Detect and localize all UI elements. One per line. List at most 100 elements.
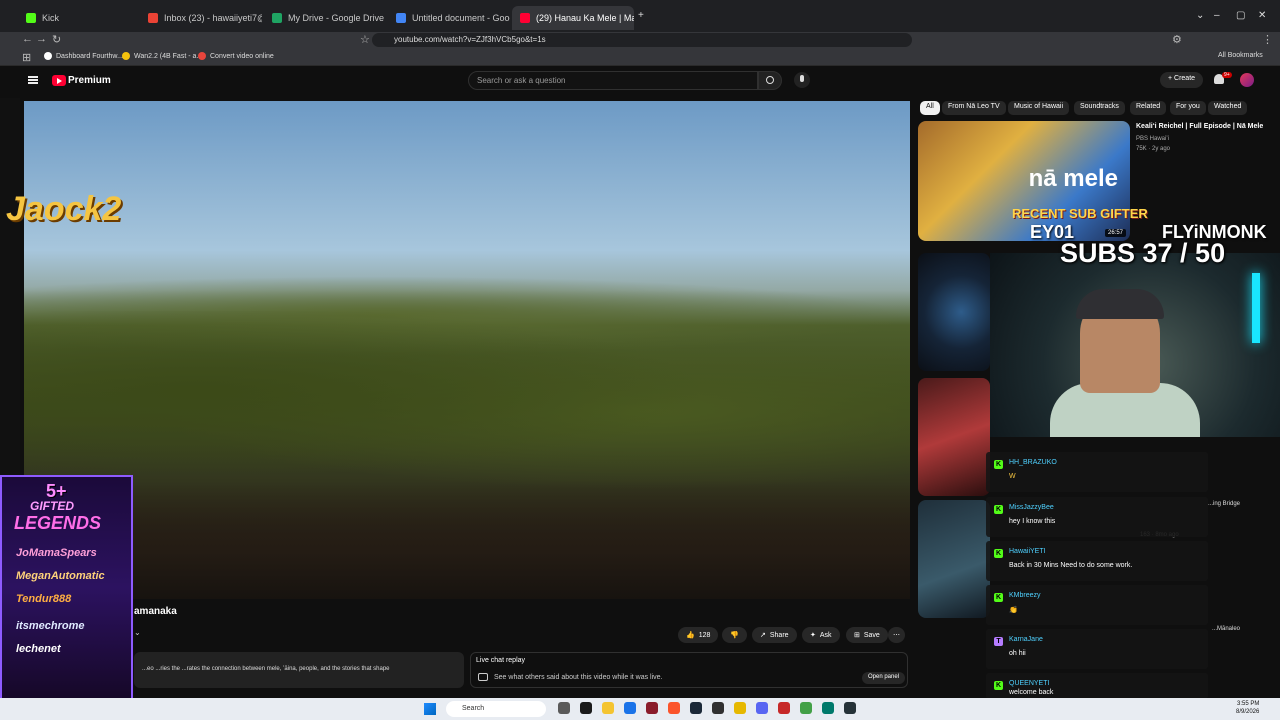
ask-label: Ask bbox=[819, 631, 832, 639]
youtube-brand[interactable]: Premium bbox=[68, 75, 111, 86]
chip-from-na-leo[interactable]: From Nā Leo TV bbox=[942, 101, 1006, 115]
forward-icon[interactable]: → bbox=[36, 33, 47, 45]
video-title: amanaka bbox=[134, 606, 177, 617]
chat-icon bbox=[478, 673, 488, 681]
description-box[interactable]: ...eo ...ries the ...rates the connectio… bbox=[134, 652, 464, 688]
window-close-icon[interactable]: ✕ bbox=[1258, 10, 1266, 21]
chip-all[interactable]: All bbox=[920, 101, 940, 115]
chip-related[interactable]: Related bbox=[1130, 101, 1167, 115]
open-panel-button[interactable]: Open panel bbox=[862, 672, 906, 684]
bookmark-item[interactable]: Convert video online bbox=[198, 52, 274, 60]
microphone-icon[interactable] bbox=[794, 72, 810, 88]
chat-message: K QUEENYETI welcome back bbox=[986, 673, 1208, 699]
ask-button[interactable]: ✦ Ask bbox=[802, 627, 840, 643]
recommended-channel: PBS Hawaiʻi bbox=[1136, 136, 1170, 142]
hamburger-menu-icon[interactable] bbox=[28, 76, 38, 84]
gifted-legends-panel: 5+ GIFTED LEGENDS JoMamaSpears MeganAuto… bbox=[0, 475, 133, 700]
youtube-logo-icon[interactable] bbox=[52, 75, 66, 86]
chat-username: MissJazzyBee bbox=[1009, 504, 1054, 511]
recommended-thumbnail[interactable] bbox=[918, 378, 990, 496]
save-button[interactable]: ⊞ Save bbox=[846, 627, 888, 643]
webcam-light bbox=[1252, 273, 1260, 343]
chat-text: W bbox=[1009, 473, 1016, 480]
chip-label: For you bbox=[1176, 103, 1200, 110]
apps-icon[interactable]: ⊞ bbox=[22, 51, 31, 64]
address-bar[interactable]: youtube.com/watch?v=ZJf3hVCb5go&t=1s bbox=[372, 33, 912, 47]
obs-icon[interactable] bbox=[712, 702, 724, 714]
chip-label: Watched bbox=[1214, 103, 1242, 110]
taskbar-search[interactable]: Search bbox=[446, 701, 546, 717]
description-text: ...eo ...ries the ...rates the connectio… bbox=[142, 666, 390, 672]
file-explorer-icon[interactable] bbox=[602, 702, 614, 714]
gifter-name: itsmechrome bbox=[16, 620, 85, 632]
reload-icon[interactable]: ↻ bbox=[52, 33, 61, 46]
search-icon[interactable] bbox=[758, 71, 782, 90]
app-icon[interactable] bbox=[646, 702, 658, 714]
tab-docs[interactable]: Untitled document - Google Docs bbox=[388, 6, 510, 30]
maximize-icon[interactable]: ▢ bbox=[1236, 10, 1245, 21]
app-icon[interactable] bbox=[844, 702, 856, 714]
search-input[interactable]: Search or ask a question bbox=[468, 71, 758, 90]
create-label: + Create bbox=[1168, 75, 1196, 82]
create-button[interactable]: + Create bbox=[1160, 72, 1204, 88]
taskbar-clock[interactable]: 3:55 PM 8/9/2026 bbox=[1236, 700, 1259, 716]
video-player[interactable] bbox=[24, 101, 910, 599]
search-placeholder: Search or ask a question bbox=[477, 76, 566, 85]
notification-badge: 9+ bbox=[1222, 72, 1232, 78]
tab-youtube[interactable]: (29) Hanau Ka Mele | Mark Y ✕ bbox=[512, 6, 634, 30]
tab-gmail[interactable]: Inbox (23) - hawaiiyeti7@gmai bbox=[140, 6, 262, 30]
bookmark-icon bbox=[198, 52, 206, 60]
chip-label: All bbox=[926, 103, 934, 110]
tab-search-icon[interactable]: ⌄ bbox=[1196, 10, 1204, 21]
tab-drive[interactable]: My Drive - Google Drive bbox=[264, 6, 386, 30]
recommended-title-fragment: ...ing Bridge bbox=[1208, 501, 1241, 507]
chip-soundtracks[interactable]: Soundtracks bbox=[1074, 101, 1125, 115]
app-icon[interactable] bbox=[822, 702, 834, 714]
chevron-down-icon[interactable]: ⌄ bbox=[134, 628, 141, 637]
like-button[interactable]: 👍 128 bbox=[678, 627, 719, 643]
chrome-icon[interactable] bbox=[624, 702, 636, 714]
more-actions-button[interactable]: ⋯ bbox=[888, 627, 905, 643]
app-icon[interactable] bbox=[734, 702, 746, 714]
bookmark-item[interactable]: Dashboard Fourthw... bbox=[44, 52, 123, 60]
new-tab-icon[interactable]: + bbox=[638, 10, 644, 21]
all-bookmarks[interactable]: All Bookmarks bbox=[1218, 52, 1263, 59]
chat-message: K KMbreezy 👏 bbox=[986, 585, 1208, 625]
twitch-icon: T bbox=[994, 637, 1003, 646]
chip-for-you[interactable]: For you bbox=[1170, 101, 1206, 115]
steam-icon[interactable] bbox=[690, 702, 702, 714]
tab-label: (29) Hanau Ka Mele | Mark Y bbox=[536, 13, 634, 23]
gifter-name: JoMamaSpears bbox=[16, 547, 97, 559]
recommended-thumbnail[interactable] bbox=[918, 500, 990, 618]
app-icon[interactable] bbox=[778, 702, 790, 714]
task-view-icon[interactable] bbox=[558, 702, 570, 714]
chat-text: welcome back bbox=[1009, 689, 1054, 696]
chip-label: From Nā Leo TV bbox=[948, 103, 1000, 110]
chat-message: K HawaiiYETI Back in 30 Mins Need to do … bbox=[986, 541, 1208, 581]
app-icon[interactable] bbox=[580, 702, 592, 714]
discord-icon[interactable] bbox=[756, 702, 768, 714]
recommended-thumbnail[interactable]: nā mele 26:57 bbox=[918, 121, 1130, 241]
chat-username: QUEENYETI bbox=[1009, 680, 1050, 687]
back-icon[interactable]: ← bbox=[22, 33, 33, 45]
bookmark-item[interactable]: Wan2.2 (4B Fast - a... bbox=[122, 52, 202, 60]
share-button[interactable]: ↗ Share bbox=[752, 627, 797, 643]
recommended-title[interactable]: Kealiʻi Reichel | Full Episode | Nā Mele bbox=[1136, 123, 1276, 130]
recommended-thumbnail[interactable] bbox=[918, 253, 990, 371]
save-icon: ⊞ bbox=[854, 632, 860, 639]
brave-icon[interactable] bbox=[668, 702, 680, 714]
chip-music-of-hawaii[interactable]: Music of Hawaii bbox=[1008, 101, 1070, 115]
app-icon[interactable] bbox=[800, 702, 812, 714]
extensions-icon[interactable]: ⚙ bbox=[1172, 33, 1182, 46]
minimize-icon[interactable]: – bbox=[1214, 10, 1220, 21]
avatar[interactable] bbox=[1240, 73, 1254, 87]
tab-kick[interactable]: Kick bbox=[18, 6, 138, 30]
chat-message: K MissJazzyBee hey I know this bbox=[986, 497, 1208, 537]
recommended-views: 75K · 2y ago bbox=[1136, 146, 1171, 152]
bookmark-star-icon[interactable]: ☆ bbox=[360, 33, 370, 46]
browser-menu-icon[interactable]: ⋮ bbox=[1262, 33, 1273, 46]
bookmark-label: Wan2.2 (4B Fast - a... bbox=[134, 52, 203, 60]
dislike-button[interactable]: 👎 bbox=[722, 627, 747, 643]
windows-start-icon[interactable] bbox=[424, 703, 436, 715]
chip-watched[interactable]: Watched bbox=[1208, 101, 1248, 115]
